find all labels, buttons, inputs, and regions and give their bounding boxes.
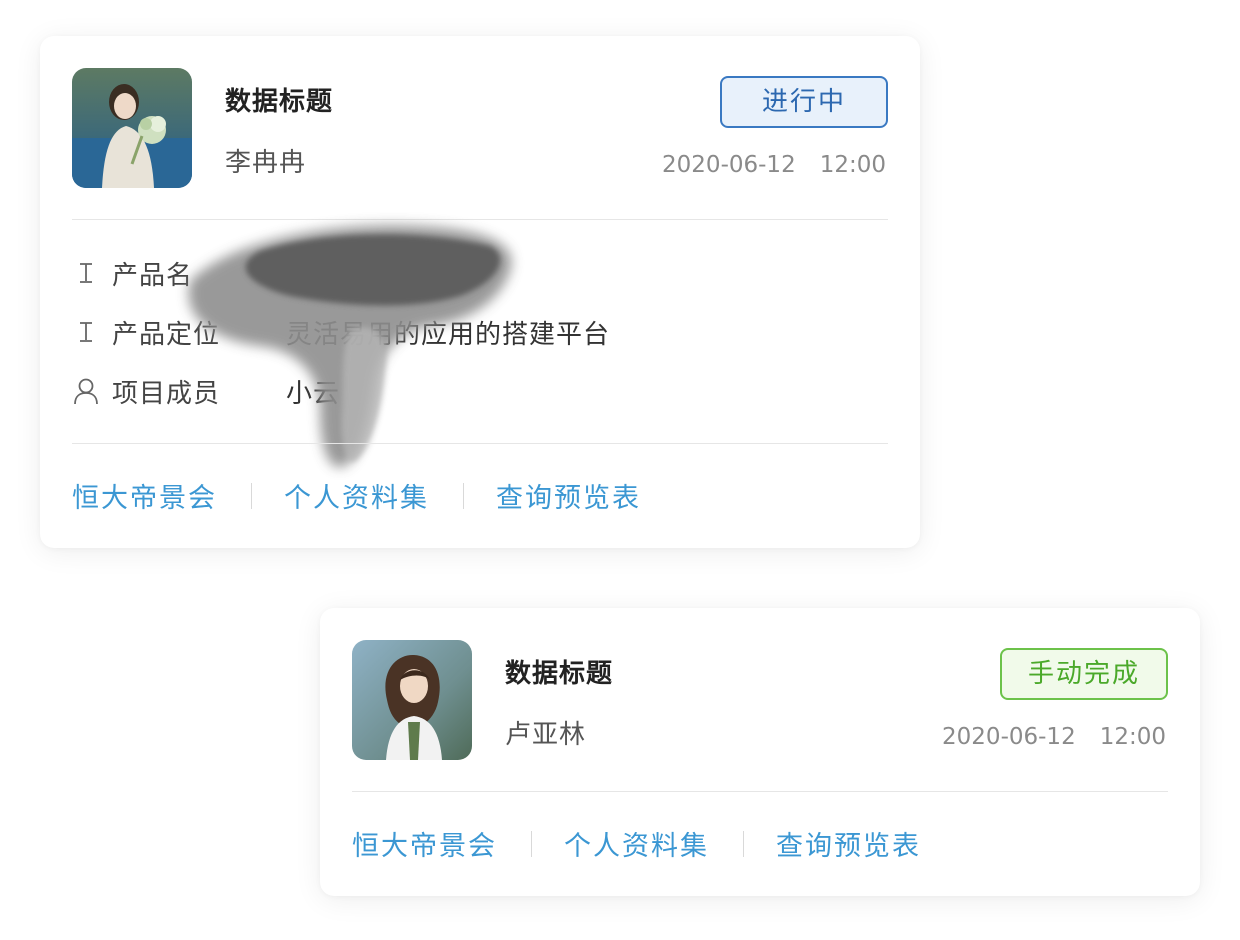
person-name: 李冉冉 [225,148,307,178]
avatar [72,68,192,188]
field-value: 小云 [286,378,341,409]
person-name: 卢亚林 [505,720,587,750]
text-icon [72,259,100,287]
card-title: 数据标题 [225,87,334,117]
link-separator [531,830,532,857]
divider [72,443,888,444]
field-product-name: 产品名 [72,253,286,293]
link-evergrande[interactable]: 恒大帝景会 [72,476,217,515]
link-separator [463,482,464,509]
link-personal-profile[interactable]: 个人资料集 [564,824,709,863]
avatar-photo [352,640,472,760]
avatar [352,640,472,760]
field-value: 灵活易用的应用的搭建平台 [286,319,611,350]
user-icon [72,377,100,405]
text-icon [72,318,100,346]
avatar-photo [72,68,192,188]
divider [352,791,1168,792]
status-badge[interactable]: 进行中 [720,76,888,128]
field-label: 产品名 [112,260,194,291]
timestamp: 2020-06-12 12:00 [942,724,1166,750]
link-query-preview[interactable]: 查询预览表 [496,476,641,515]
divider [72,219,888,220]
field-label: 产品定位 [112,319,221,350]
project-card: 数据标题 卢亚林 手动完成 2020-06-12 12:00 恒大帝景会 个人资料… [320,608,1200,896]
link-separator [743,830,744,857]
date-text: 2020-06-12 [942,724,1076,750]
link-personal-profile[interactable]: 个人资料集 [284,476,429,515]
time-text: 12:00 [1099,724,1166,750]
time-text: 12:00 [819,152,886,178]
field-product-positioning: 产品定位 灵活易用的应用的搭建平台 [72,312,610,352]
project-card: 数据标题 李冉冉 进行中 2020-06-12 12:00 产品名 产品定位 灵活… [40,36,920,548]
link-query-preview[interactable]: 查询预览表 [776,824,921,863]
link-evergrande[interactable]: 恒大帝景会 [352,824,497,863]
timestamp: 2020-06-12 12:00 [662,152,886,178]
field-project-members: 项目成员 小云 [72,371,340,411]
card-title: 数据标题 [505,659,614,689]
card-links: 恒大帝景会 个人资料集 查询预览表 [352,824,921,863]
date-text: 2020-06-12 [662,152,796,178]
card-links: 恒大帝景会 个人资料集 查询预览表 [72,476,641,515]
status-badge[interactable]: 手动完成 [1000,648,1168,700]
link-separator [251,482,252,509]
field-label: 项目成员 [112,378,221,409]
